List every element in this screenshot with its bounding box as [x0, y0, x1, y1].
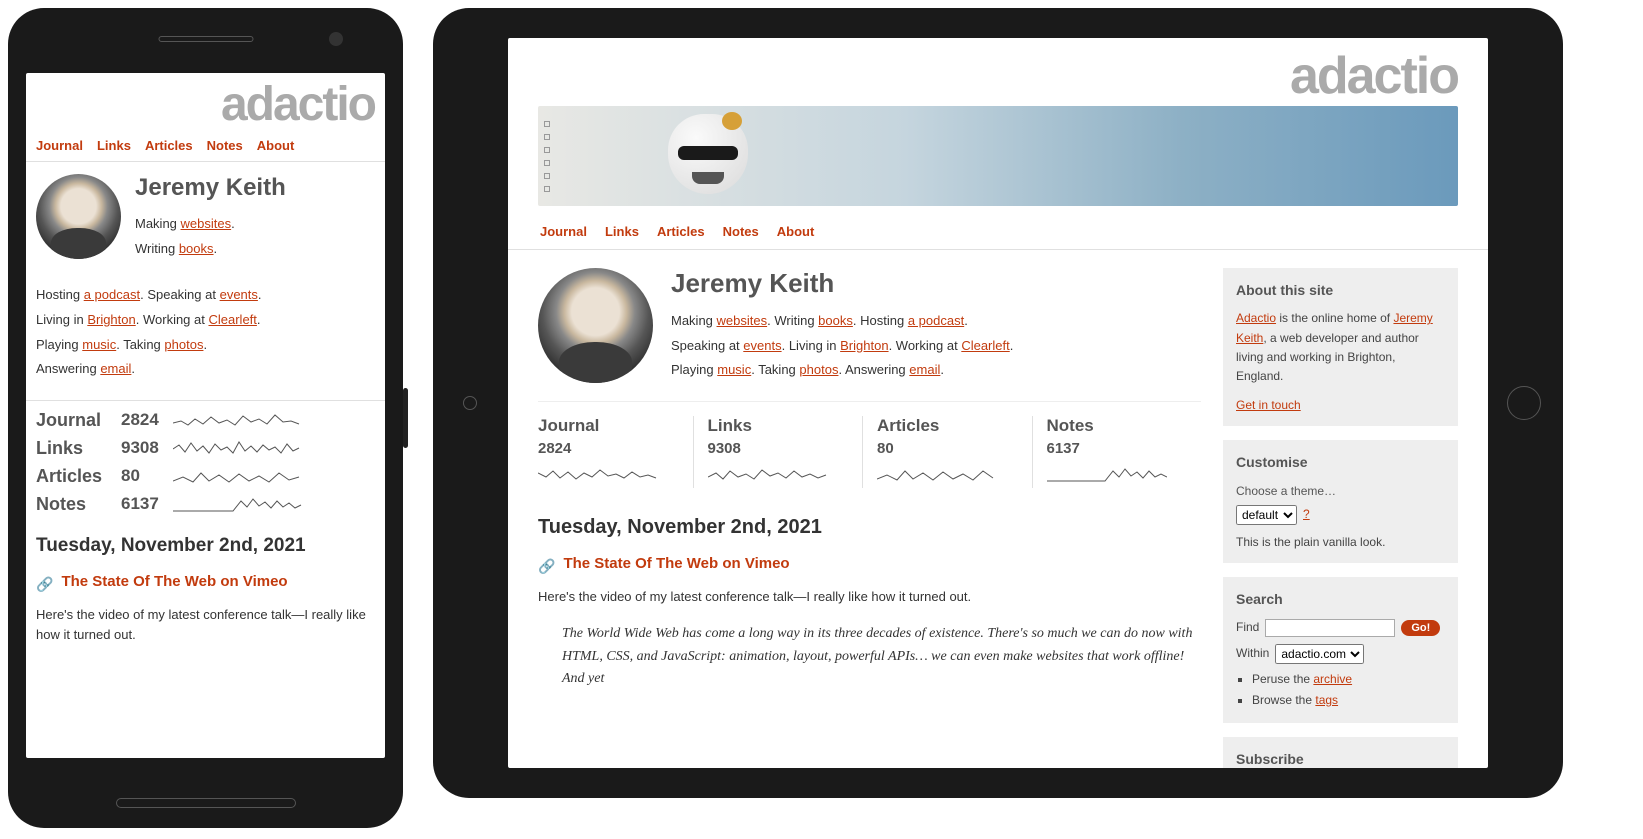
link-clearleft[interactable]: Clearleft [208, 312, 256, 327]
link-email[interactable]: email [909, 362, 940, 377]
link-websites[interactable]: websites [181, 216, 232, 231]
stat-articles[interactable]: Articles 80 [36, 465, 375, 487]
link-photos[interactable]: photos [164, 337, 203, 352]
author-name: Jeremy Keith [671, 268, 1013, 299]
link-books[interactable]: books [818, 313, 853, 328]
stat-journal[interactable]: Journal 2824 [36, 409, 375, 431]
search-go-button[interactable]: Go! [1401, 620, 1440, 636]
site-logo[interactable]: adactio [508, 38, 1488, 106]
post-date: Tuesday, November 2nd, 2021 [26, 535, 385, 557]
sparkline-icon [1047, 473, 1167, 488]
post-title-link[interactable]: The State Of The Web on Vimeo [61, 573, 287, 590]
search-input[interactable] [1265, 619, 1395, 637]
link-music[interactable]: music [82, 337, 116, 352]
sparkline-icon [877, 473, 997, 488]
nav-notes[interactable]: Notes [207, 138, 243, 153]
about-box: About this site Adactio is the online ho… [1223, 268, 1458, 426]
post-body: Here's the video of my latest conference… [538, 587, 1201, 607]
search-box: Search Find Go! Within adactio.com Perus… [1223, 577, 1458, 723]
customise-heading: Customise [1236, 451, 1445, 473]
list-item: Peruse the archive [1252, 670, 1445, 689]
sparkline-icon [173, 409, 375, 431]
nav-about[interactable]: About [257, 138, 295, 153]
subscribe-box: Subscribe [1223, 737, 1458, 768]
link-events[interactable]: events [220, 287, 258, 302]
bio-continued: Hosting a podcast. Speaking at events. L… [36, 283, 375, 382]
nav-articles[interactable]: Articles [145, 138, 193, 153]
link-archive[interactable]: archive [1313, 672, 1352, 686]
link-brighton[interactable]: Brighton [87, 312, 135, 327]
nav-journal[interactable]: Journal [540, 224, 587, 239]
customise-box: Customise Choose a theme… default ? This… [1223, 440, 1458, 563]
sparkline-icon [708, 473, 828, 488]
nav-links[interactable]: Links [605, 224, 639, 239]
stat-links[interactable]: Links 9308 [693, 416, 863, 488]
link-contact[interactable]: Get in touch [1236, 398, 1301, 412]
sidebar: About this site Adactio is the online ho… [1223, 268, 1458, 768]
post-quote: The World Wide Web has come a long way i… [562, 623, 1201, 690]
permalink-icon[interactable]: 🔗 [538, 558, 555, 575]
link-podcast[interactable]: a podcast [908, 313, 964, 328]
list-item: Browse the tags [1252, 691, 1445, 710]
avatar [36, 174, 121, 259]
main-nav: Journal Links Articles Notes About [508, 216, 1488, 250]
stat-notes[interactable]: Notes 6137 [36, 493, 375, 515]
author-name: Jeremy Keith [135, 174, 286, 202]
sparkline-icon [173, 465, 375, 487]
about-heading: About this site [1236, 279, 1445, 301]
main-nav: Journal Links Articles Notes About [26, 132, 385, 162]
link-email[interactable]: email [100, 361, 131, 376]
nav-about[interactable]: About [777, 224, 815, 239]
theme-help-link[interactable]: ? [1303, 505, 1310, 524]
link-photos[interactable]: photos [799, 362, 838, 377]
search-scope-select[interactable]: adactio.com [1275, 644, 1364, 664]
search-heading: Search [1236, 588, 1445, 610]
sparkline-icon [173, 493, 375, 515]
nav-articles[interactable]: Articles [657, 224, 705, 239]
link-tags[interactable]: tags [1315, 693, 1338, 707]
stat-journal[interactable]: Journal 2824 [538, 416, 693, 488]
phone-mockup: adactio Journal Links Articles Notes Abo… [8, 8, 403, 828]
stat-notes[interactable]: Notes 6137 [1032, 416, 1202, 488]
permalink-icon[interactable]: 🔗 [36, 576, 53, 593]
post-title-link[interactable]: The State Of The Web on Vimeo [563, 555, 789, 572]
bio: Making websites. Writing books. Hosting … [671, 309, 1013, 383]
sparkline-icon [538, 473, 658, 488]
theme-label: Choose a theme… [1236, 482, 1445, 501]
theme-select[interactable]: default [1236, 505, 1297, 525]
stat-articles[interactable]: Articles 80 [862, 416, 1032, 488]
link-music[interactable]: music [717, 362, 751, 377]
link-podcast[interactable]: a podcast [84, 287, 140, 302]
nav-journal[interactable]: Journal [36, 138, 83, 153]
tablet-mockup: adactio Journal Links Articles Notes Abo… [433, 8, 1563, 798]
link-adactio[interactable]: Adactio [1236, 311, 1276, 325]
link-books[interactable]: books [179, 241, 214, 256]
bio: Making websites. Writing books. [135, 212, 286, 261]
post-date: Tuesday, November 2nd, 2021 [538, 516, 1201, 539]
link-clearleft[interactable]: Clearleft [961, 338, 1009, 353]
sparkline-icon [173, 437, 375, 459]
link-brighton[interactable]: Brighton [840, 338, 888, 353]
site-logo[interactable]: adactio [26, 73, 385, 132]
nav-notes[interactable]: Notes [723, 224, 759, 239]
header-banner [538, 106, 1458, 206]
link-websites[interactable]: websites [717, 313, 768, 328]
within-label: Within [1236, 644, 1269, 663]
subscribe-heading: Subscribe [1236, 748, 1445, 768]
post-body: Here's the video of my latest conference… [36, 605, 375, 645]
link-events[interactable]: events [743, 338, 781, 353]
nav-links[interactable]: Links [97, 138, 131, 153]
find-label: Find [1236, 618, 1259, 637]
theme-desc: This is the plain vanilla look. [1236, 533, 1445, 552]
stat-links[interactable]: Links 9308 [36, 437, 375, 459]
avatar [538, 268, 653, 383]
stormtrooper-icon [668, 114, 758, 206]
